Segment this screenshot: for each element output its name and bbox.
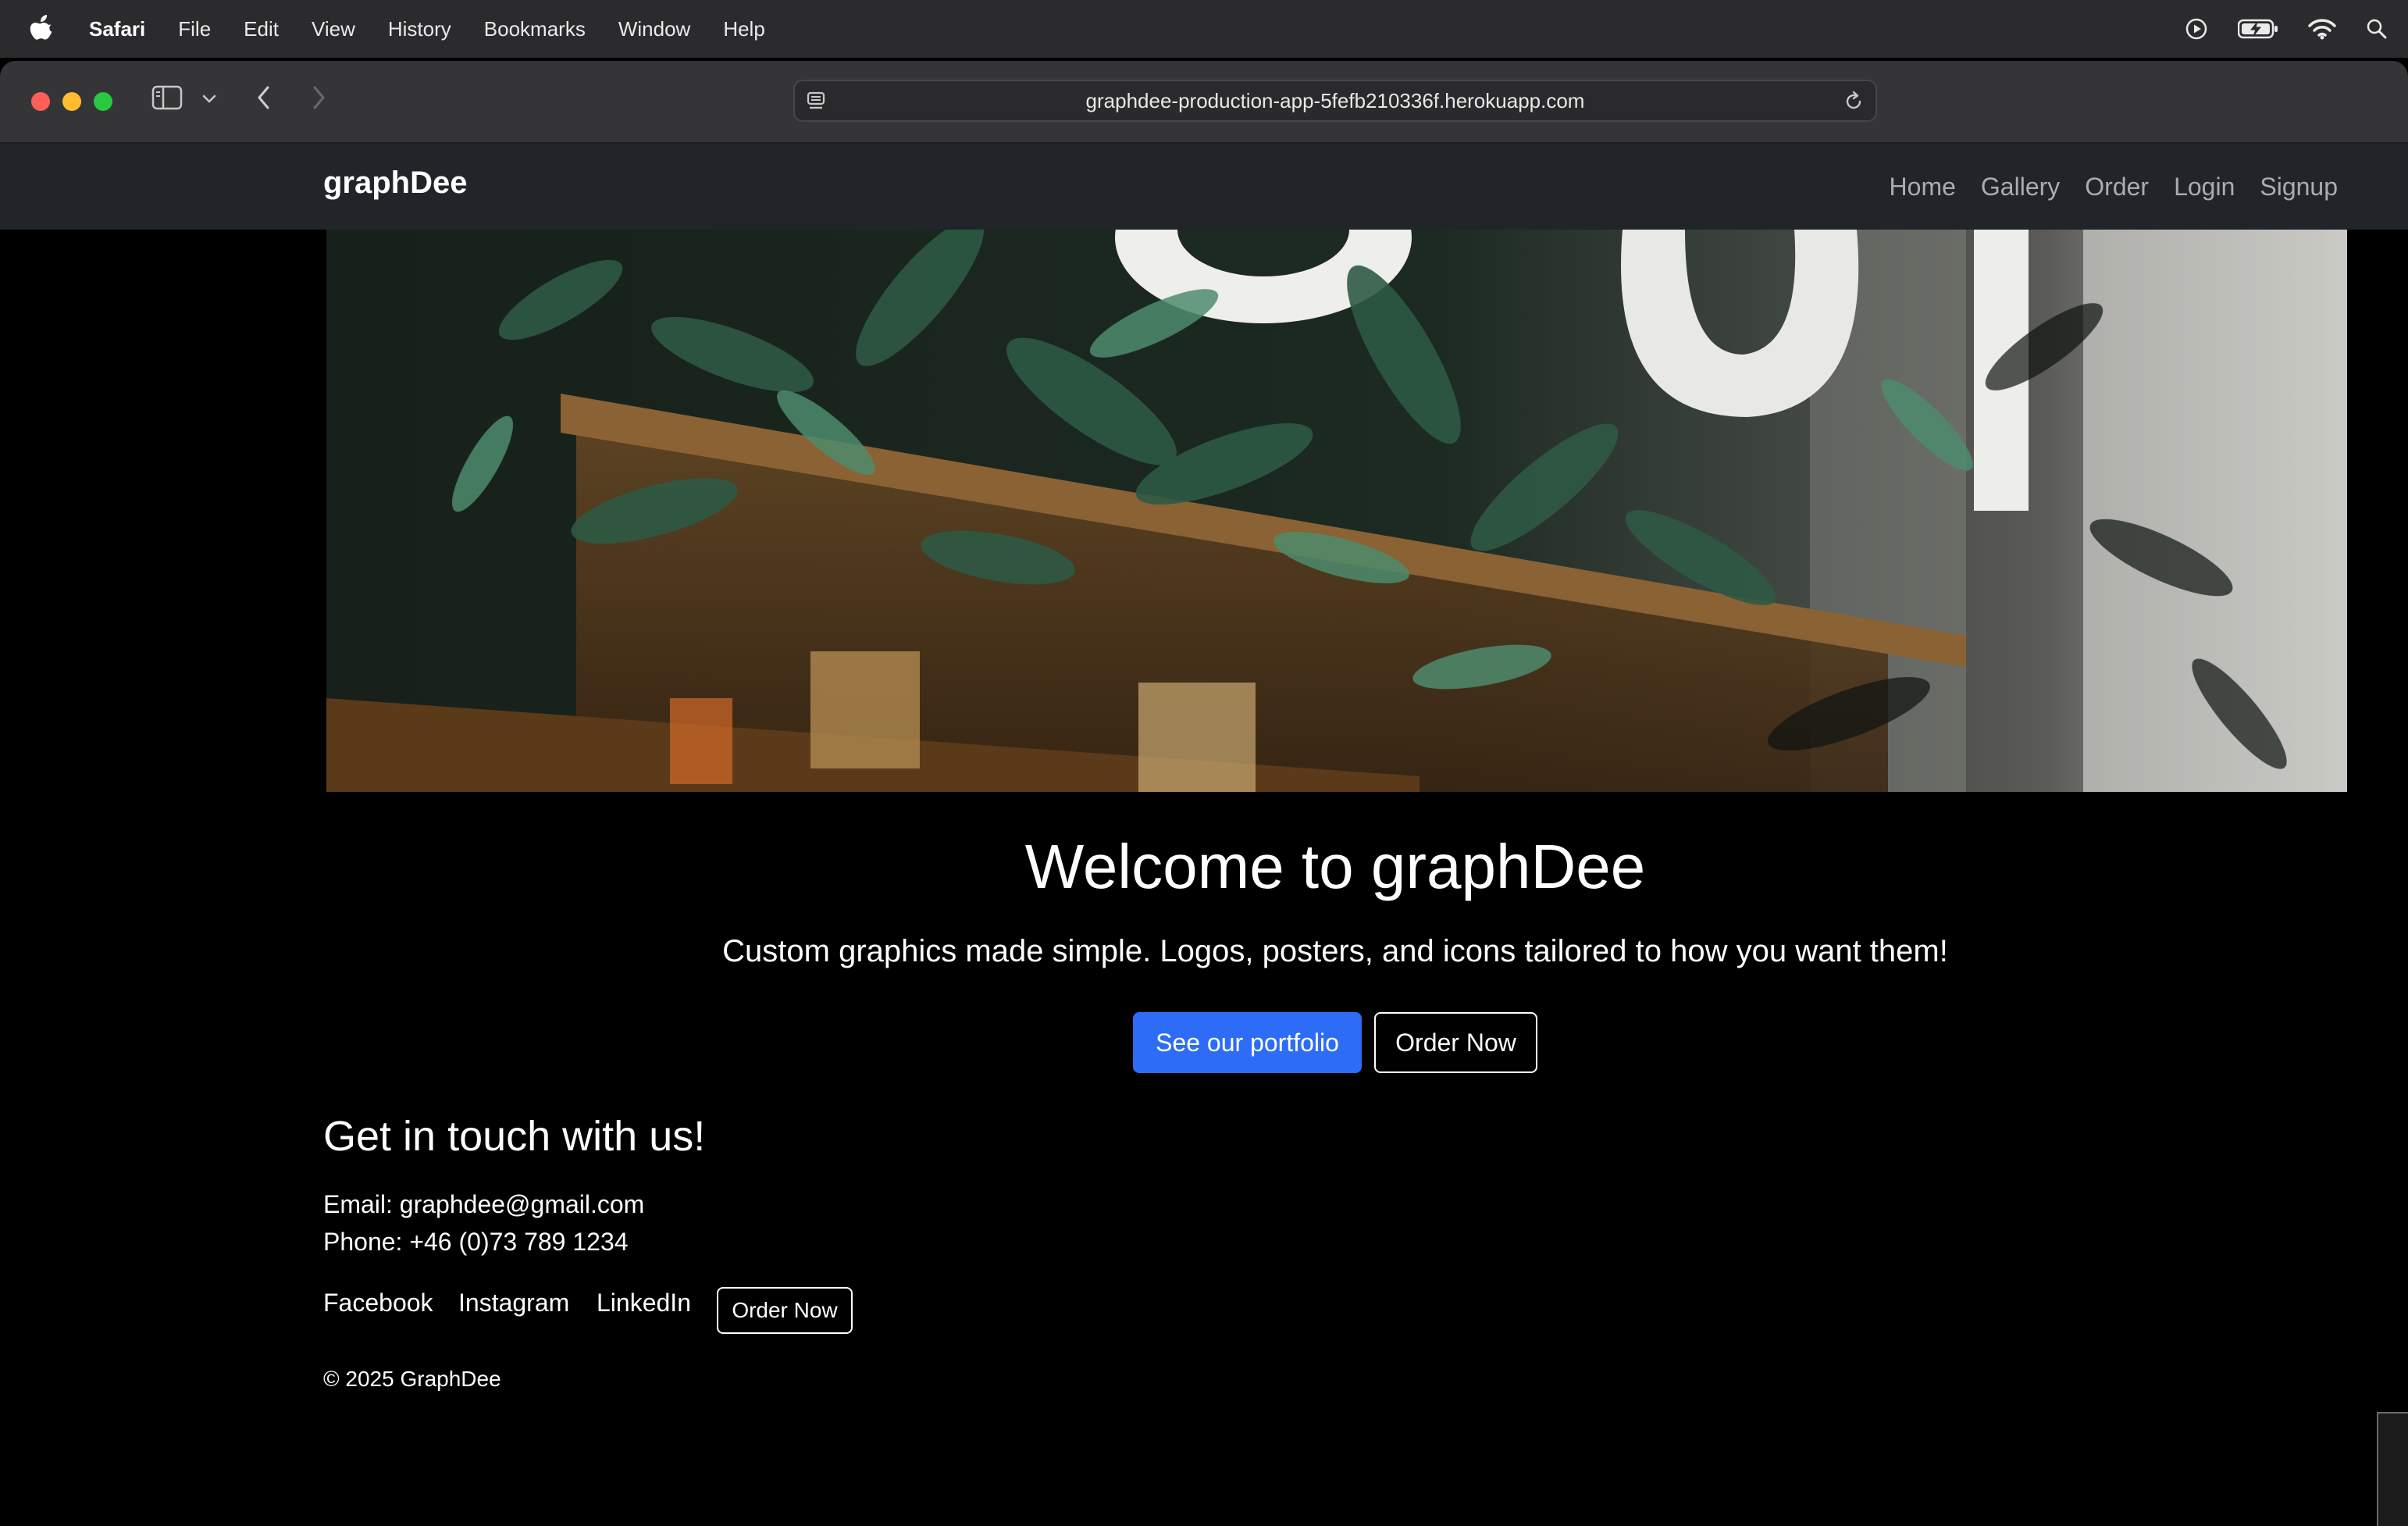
menu-file[interactable]: File bbox=[178, 17, 211, 41]
reload-icon[interactable] bbox=[1843, 91, 1865, 112]
wifi-icon[interactable] bbox=[2308, 18, 2336, 40]
spotlight-search-icon[interactable] bbox=[2366, 18, 2388, 40]
now-playing-icon[interactable] bbox=[2185, 17, 2208, 41]
apple-logo-icon[interactable] bbox=[30, 15, 55, 43]
nav-links: Home Gallery Order Login Signup bbox=[1890, 144, 2338, 230]
order-now-button[interactable]: Order Now bbox=[1374, 1012, 1537, 1073]
nav-link-gallery[interactable]: Gallery bbox=[1981, 173, 2060, 201]
chevron-down-icon[interactable] bbox=[201, 94, 217, 105]
corner-overlay-widget[interactable] bbox=[2377, 1412, 2408, 1526]
menu-help[interactable]: Help bbox=[723, 17, 764, 41]
contact-phone: Phone: +46 (0)73 789 1234 bbox=[323, 1228, 629, 1256]
menu-bookmarks[interactable]: Bookmarks bbox=[484, 17, 586, 41]
url-text[interactable]: graphdee-production-app-5fefb210336f.her… bbox=[795, 81, 1875, 120]
window-close-button[interactable] bbox=[31, 92, 50, 111]
back-arrow-icon[interactable] bbox=[255, 84, 273, 111]
battery-charging-icon[interactable] bbox=[2238, 19, 2278, 39]
window-zoom-button[interactable] bbox=[94, 92, 112, 111]
see-portfolio-button[interactable]: See our portfolio bbox=[1133, 1012, 1362, 1073]
site-navbar: graphDee Home Gallery Order Login Signup bbox=[0, 144, 2408, 230]
nav-link-home[interactable]: Home bbox=[1890, 173, 1956, 201]
footer-copyright: © 2025 GraphDee bbox=[323, 1367, 501, 1391]
nav-link-login[interactable]: Login bbox=[2174, 173, 2235, 201]
menu-history[interactable]: History bbox=[388, 17, 451, 41]
menu-app-safari[interactable]: Safari bbox=[89, 17, 145, 41]
contact-order-now-button[interactable]: Order Now bbox=[717, 1287, 853, 1334]
page-title: Welcome to graphDee bbox=[1024, 832, 1646, 901]
menu-view[interactable]: View bbox=[312, 17, 355, 41]
window-minimize-button[interactable] bbox=[62, 92, 81, 111]
brand-logo-link[interactable]: graphDee bbox=[323, 166, 468, 201]
hero-tagline: Custom graphics made simple. Logos, post… bbox=[722, 934, 1948, 968]
menu-edit[interactable]: Edit bbox=[244, 17, 279, 41]
nav-link-order[interactable]: Order bbox=[2085, 173, 2149, 201]
facebook-link[interactable]: Facebook bbox=[323, 1289, 433, 1317]
linkedin-link[interactable]: LinkedIn bbox=[597, 1289, 691, 1317]
browser-toolbar: graphdee-production-app-5fefb210336f.her… bbox=[0, 61, 2408, 144]
macos-menu-bar: Safari File Edit View History Bookmarks … bbox=[0, 0, 2408, 58]
menu-window[interactable]: Window bbox=[618, 17, 690, 41]
hero-photo-illustration bbox=[326, 230, 2347, 792]
instagram-link[interactable]: Instagram bbox=[458, 1289, 569, 1317]
forward-arrow-icon[interactable] bbox=[309, 84, 328, 111]
nav-link-signup[interactable]: Signup bbox=[2260, 173, 2338, 201]
contact-heading: Get in touch with us! bbox=[323, 1113, 706, 1160]
menu-bar-status-area bbox=[2185, 0, 2388, 58]
contact-email: Email: graphdee@gmail.com bbox=[323, 1190, 645, 1218]
sidebar-toggle-icon[interactable] bbox=[151, 84, 184, 111]
hero-image bbox=[326, 230, 2347, 792]
address-bar[interactable]: graphdee-production-app-5fefb210336f.her… bbox=[793, 80, 1877, 122]
